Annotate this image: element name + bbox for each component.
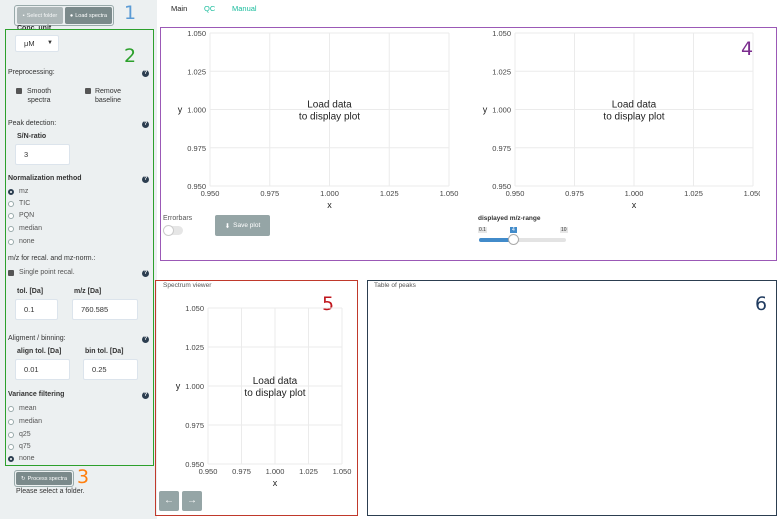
x-tick-label: 1.025 [299, 467, 318, 476]
annotation-label: 1 [124, 2, 137, 24]
errorbars-label: Errorbars [163, 215, 193, 222]
annotation-box-2 [5, 29, 154, 466]
y-tick-label: 1.000 [492, 106, 511, 115]
slider-min-label: 0.1 [478, 227, 487, 233]
annotation-label: 6 [755, 293, 768, 315]
tab-main[interactable]: Main [171, 4, 187, 13]
y-tick-label: 1.000 [187, 106, 206, 115]
y-tick-label: 0.975 [185, 421, 204, 430]
refresh-icon: ↻ [20, 475, 26, 482]
main-plot-right[interactable]: 0.950 0.975 1.000 1.025 1.050 1.050 1.025 1.000… [460, 27, 760, 219]
x-tick-label: 0.975 [232, 467, 251, 476]
table-of-peaks-panel [367, 280, 777, 516]
x-tick-label: 1.050 [744, 189, 760, 198]
previous-arrow-button[interactable]: ← [159, 491, 179, 511]
y-tick-label: 1.050 [185, 304, 204, 313]
spectrum-plot[interactable]: 0.950 0.975 1.000 1.025 1.050 1.050 1.025 1.000… [155, 292, 358, 492]
errorbars-toggle[interactable] [163, 225, 183, 236]
plot-placeholder-message: Load data [253, 376, 298, 387]
x-tick-label: 1.000 [266, 467, 285, 476]
x-tick-label: 1.050 [333, 467, 352, 476]
status-text: Please select a folder. [16, 488, 85, 495]
plot-placeholder-message: to display plot [299, 112, 360, 123]
y-axis-label: y [176, 381, 181, 391]
toggle-knob [163, 225, 174, 236]
y-tick-label: 1.050 [492, 29, 511, 38]
y-tick-label: 1.025 [187, 67, 206, 76]
annotation-label: 3 [77, 466, 90, 488]
x-axis-label: x [632, 200, 637, 210]
x-tick-label: 1.000 [625, 189, 644, 198]
plot-placeholder-message: Load data [612, 100, 657, 111]
select-folder-button[interactable]: ▪ Select folder [17, 7, 63, 24]
annotation-label: 2 [124, 45, 137, 67]
y-tick-label: 0.975 [492, 144, 511, 153]
plot-placeholder-message: to display plot [244, 388, 305, 399]
x-tick-label: 0.975 [260, 189, 279, 198]
tab-qc[interactable]: QC [204, 4, 215, 13]
table-of-peaks-title: Table of peaks [374, 282, 416, 289]
slider-max-label: 10 [560, 227, 568, 233]
x-tick-label: 1.025 [380, 189, 399, 198]
mz-range-slider-track[interactable] [479, 234, 566, 245]
y-tick-label: 0.950 [185, 460, 204, 469]
arrow-left-icon: ← [164, 495, 174, 506]
tab-manual[interactable]: Manual [232, 4, 257, 13]
user-icon: ● [69, 12, 74, 19]
save-plot-button[interactable]: ⬇ Save plot [215, 215, 270, 236]
x-axis-label: x [327, 200, 332, 210]
y-tick-label: 0.975 [187, 144, 206, 153]
y-tick-label: 1.025 [185, 343, 204, 352]
x-tick-label: 0.975 [565, 189, 584, 198]
load-spectra-button[interactable]: ● Load spectra [65, 7, 112, 24]
y-tick-label: 0.950 [187, 182, 206, 191]
y-tick-label: 1.050 [187, 29, 206, 38]
y-axis-label: y [178, 105, 183, 115]
x-axis-label: x [273, 478, 278, 488]
main-plot-left[interactable]: 0.950 0.975 1.000 1.025 1.050 1.050 1.025 1.000… [160, 27, 460, 219]
y-tick-label: 0.950 [492, 182, 511, 191]
spectrum-viewer-title: Spectrum viewer [163, 282, 212, 289]
y-tick-label: 1.025 [492, 67, 511, 76]
x-tick-label: 1.025 [684, 189, 703, 198]
folder-icon: ▪ [22, 12, 25, 19]
x-tick-label: 1.050 [440, 189, 459, 198]
mz-range-label: displayed m/z-range [478, 215, 541, 222]
next-arrow-button[interactable]: → [182, 491, 202, 511]
y-axis-label: y [483, 105, 488, 115]
download-icon: ⬇ [224, 222, 231, 230]
arrow-right-icon: → [187, 495, 197, 506]
x-tick-label: 1.000 [320, 189, 339, 198]
plot-placeholder-message: to display plot [603, 112, 664, 123]
process-spectra-button[interactable]: ↻ Process spectra [16, 472, 72, 485]
y-tick-label: 1.000 [185, 382, 204, 391]
slider-value-label: 4 [510, 227, 517, 233]
plot-placeholder-message: Load data [307, 100, 352, 111]
